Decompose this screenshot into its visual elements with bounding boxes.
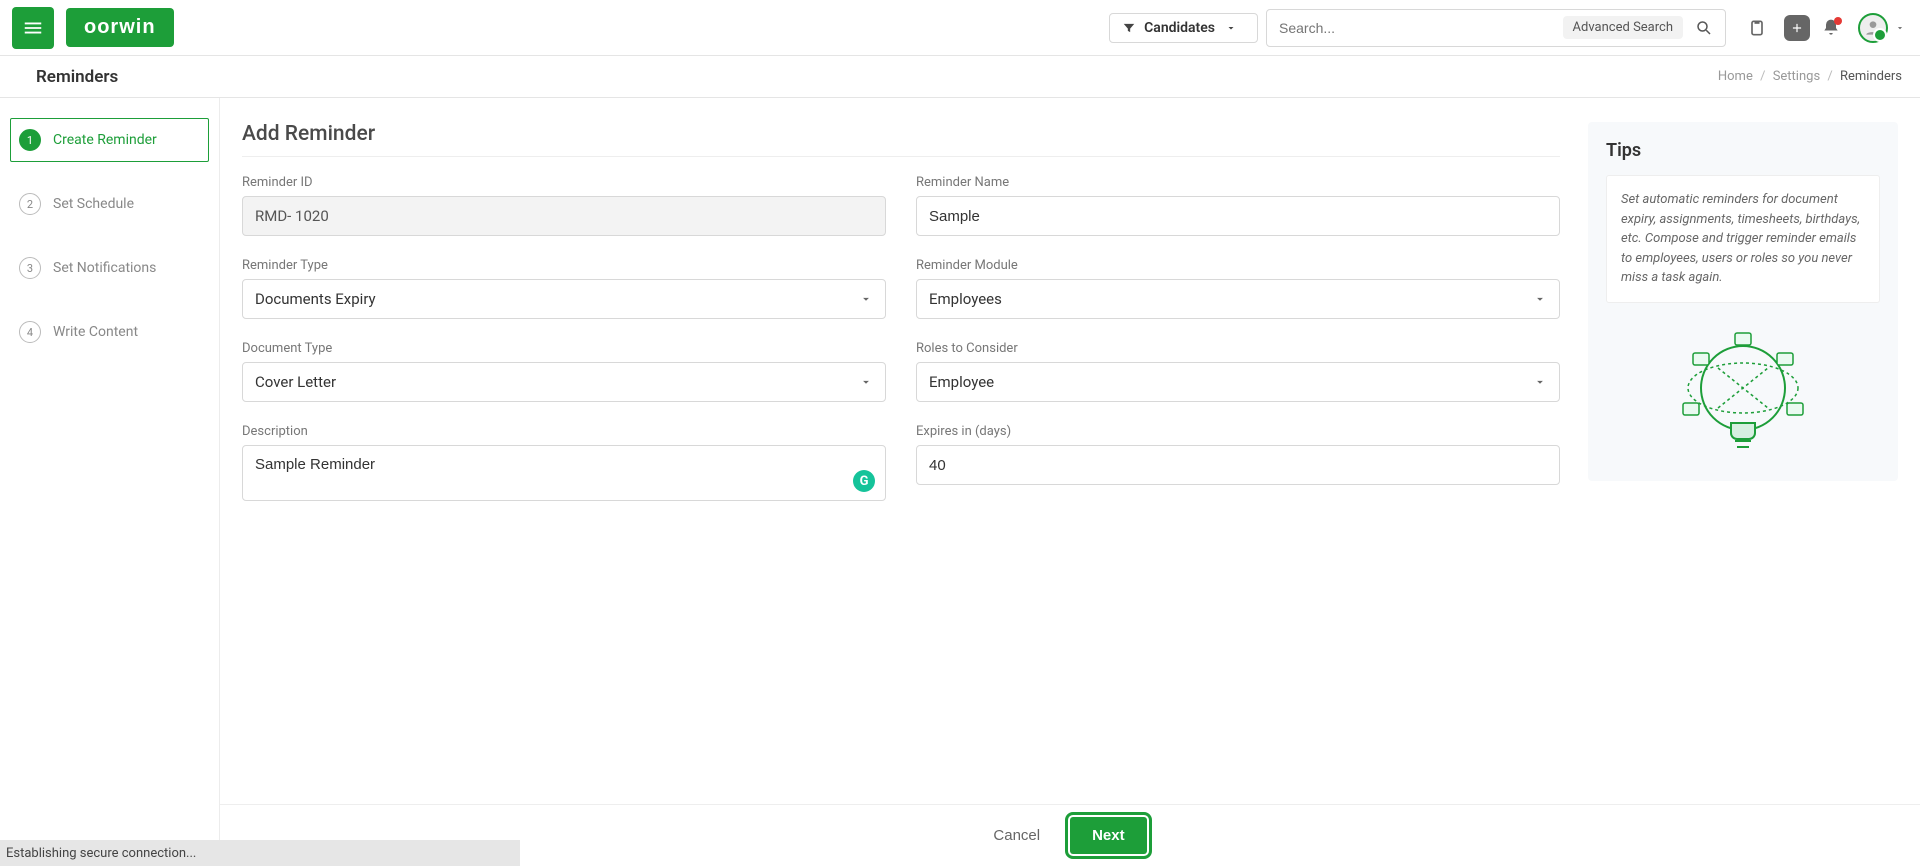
quick-add-button[interactable] [1784, 15, 1810, 41]
main-area: 1 Create Reminder 2 Set Schedule 3 Set N… [0, 98, 1920, 866]
filter-icon [1122, 21, 1136, 35]
browser-status-bar: Establishing secure connection... [0, 840, 520, 866]
field-description: Description G [242, 424, 886, 501]
breadcrumb-current: Reminders [1840, 69, 1902, 84]
search-filter-dropdown[interactable]: Candidates [1109, 13, 1258, 43]
user-avatar[interactable] [1858, 13, 1888, 43]
step-write-content[interactable]: 4 Write Content [10, 310, 209, 354]
chevron-down-icon [859, 292, 873, 306]
reminder-type-label: Reminder Type [242, 258, 886, 273]
reminder-id-label: Reminder ID [242, 175, 886, 190]
document-type-value: Cover Letter [255, 373, 336, 391]
reminder-type-select[interactable]: Documents Expiry [242, 279, 886, 319]
breadcrumb-home[interactable]: Home [1718, 69, 1753, 84]
reminder-id-value: RMD- 1020 [242, 196, 886, 236]
description-label: Description [242, 424, 886, 439]
hamburger-menu-button[interactable] [12, 7, 54, 49]
notifications-button[interactable] [1814, 11, 1848, 45]
content-area: Add Reminder Reminder ID RMD- 1020 Remin… [220, 98, 1920, 866]
page-title: Reminders [36, 67, 118, 87]
step-set-notifications[interactable]: 3 Set Notifications [10, 246, 209, 290]
tips-heading: Tips [1606, 140, 1880, 161]
step-label: Write Content [53, 324, 138, 340]
hamburger-icon [22, 17, 44, 39]
chevron-down-icon [1533, 292, 1547, 306]
chevron-down-icon [1533, 375, 1547, 389]
grammarly-icon[interactable]: G [853, 470, 875, 492]
roles-value: Employee [929, 373, 994, 391]
topbar: oorwin Candidates Advanced Search [0, 0, 1920, 56]
document-type-label: Document Type [242, 341, 886, 356]
search-filter-label: Candidates [1144, 20, 1215, 36]
step-number: 2 [19, 193, 41, 215]
clipboard-icon [1747, 18, 1767, 38]
topbar-icon-group [1736, 11, 1908, 45]
field-roles: Roles to Consider Employee [916, 341, 1560, 402]
reminder-name-input[interactable] [929, 208, 1547, 225]
field-reminder-name: Reminder Name [916, 175, 1560, 236]
field-reminder-type: Reminder Type Documents Expiry [242, 258, 886, 319]
tips-panel: Tips Set automatic reminders for documen… [1588, 122, 1898, 481]
breadcrumb: Home / Settings / Reminders [1718, 69, 1902, 84]
reminder-module-value: Employees [929, 290, 1002, 308]
wizard-steps: 1 Create Reminder 2 Set Schedule 3 Set N… [0, 98, 220, 866]
tips-illustration [1606, 323, 1880, 463]
advanced-search-button[interactable]: Advanced Search [1563, 16, 1683, 39]
expires-input[interactable] [929, 457, 1547, 474]
step-number: 1 [19, 129, 41, 151]
person-icon [1863, 18, 1883, 38]
reminder-name-label: Reminder Name [916, 175, 1560, 190]
user-menu-toggle[interactable] [1892, 20, 1908, 36]
cancel-button[interactable]: Cancel [993, 827, 1040, 844]
reminder-type-value: Documents Expiry [255, 290, 376, 308]
roles-label: Roles to Consider [916, 341, 1560, 356]
brand-logo: oorwin [66, 8, 174, 47]
field-document-type: Document Type Cover Letter [242, 341, 886, 402]
expires-control [916, 445, 1560, 485]
step-label: Set Schedule [53, 196, 134, 212]
field-reminder-id: Reminder ID RMD- 1020 [242, 175, 886, 236]
chevron-down-icon [859, 375, 873, 389]
next-button[interactable]: Next [1070, 817, 1147, 854]
description-control: G [242, 445, 886, 501]
step-label: Create Reminder [53, 132, 157, 148]
bell-icon [1821, 18, 1841, 38]
form-heading: Add Reminder [242, 122, 1560, 157]
search-input[interactable] [1279, 20, 1563, 36]
step-number: 3 [19, 257, 41, 279]
description-input[interactable] [255, 456, 873, 473]
form-area: Add Reminder Reminder ID RMD- 1020 Remin… [242, 122, 1560, 501]
roles-select[interactable]: Employee [916, 362, 1560, 402]
field-expires: Expires in (days) [916, 424, 1560, 501]
step-label: Set Notifications [53, 260, 156, 276]
chevron-down-icon [1895, 23, 1905, 33]
step-set-schedule[interactable]: 2 Set Schedule [10, 182, 209, 226]
search-button[interactable] [1689, 13, 1719, 43]
reminder-module-label: Reminder Module [916, 258, 1560, 273]
plus-icon [1790, 21, 1804, 35]
searchbox: Advanced Search [1266, 9, 1726, 47]
breadcrumb-settings[interactable]: Settings [1773, 69, 1820, 84]
document-type-select[interactable]: Cover Letter [242, 362, 886, 402]
chevron-down-icon [1225, 22, 1237, 34]
subheader: Reminders Home / Settings / Reminders [0, 56, 1920, 98]
step-create-reminder[interactable]: 1 Create Reminder [10, 118, 209, 162]
clipboard-button[interactable] [1740, 11, 1774, 45]
reminder-module-select[interactable]: Employees [916, 279, 1560, 319]
expires-label: Expires in (days) [916, 424, 1560, 439]
tips-body: Set automatic reminders for document exp… [1606, 175, 1880, 303]
search-icon [1695, 19, 1713, 37]
lightbulb-network-icon [1663, 323, 1823, 463]
step-number: 4 [19, 321, 41, 343]
reminder-name-control [916, 196, 1560, 236]
field-reminder-module: Reminder Module Employees [916, 258, 1560, 319]
